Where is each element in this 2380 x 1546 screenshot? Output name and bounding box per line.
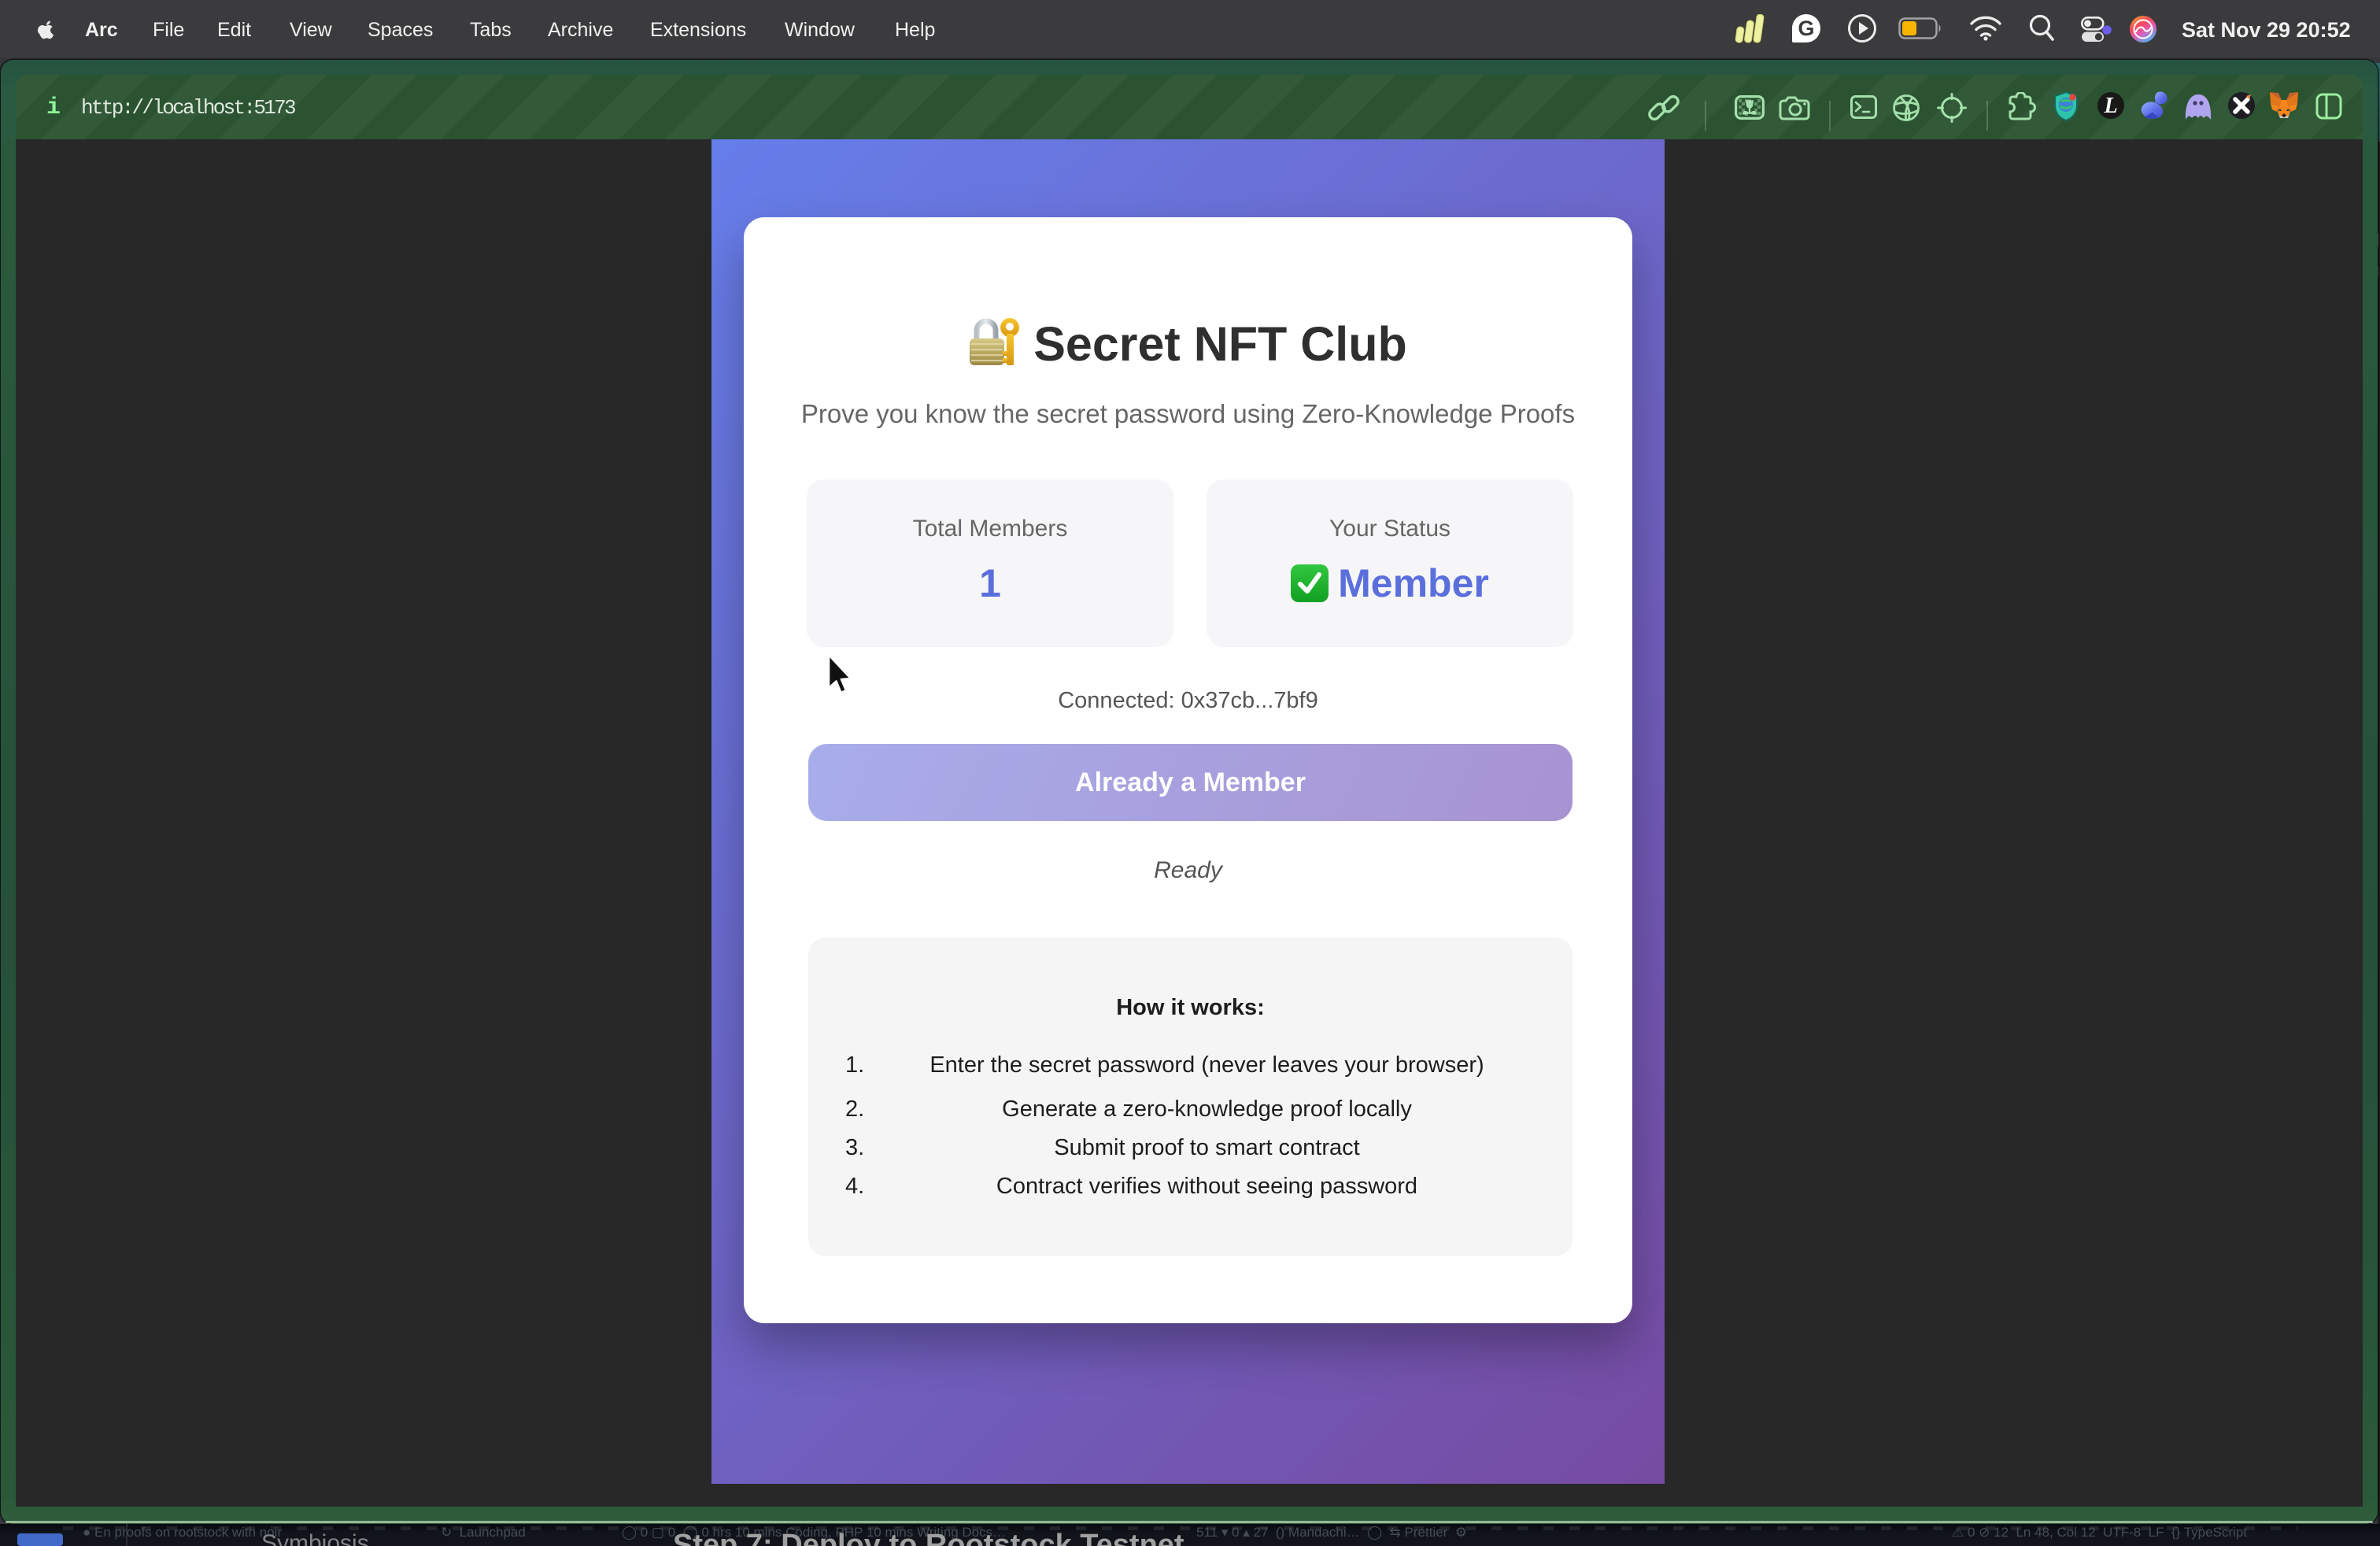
svg-text:L: L [2103, 94, 2117, 118]
svg-text:G: G [1798, 17, 1814, 40]
